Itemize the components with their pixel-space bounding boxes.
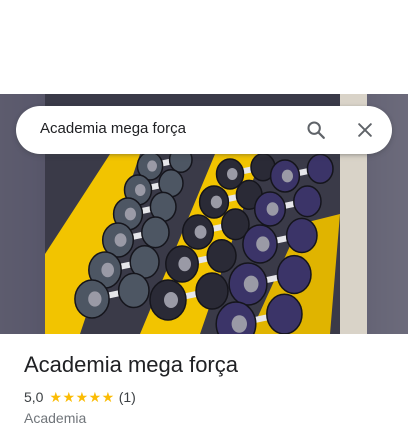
place-category: Academia: [24, 410, 87, 426]
dumbbell-left-5-hub: [88, 291, 102, 307]
dumbbell-mid-2-hub: [194, 225, 207, 239]
search-input[interactable]: [40, 120, 290, 137]
dumbbell-right-4-plate-far: [266, 293, 303, 334]
star-rating-icons: ★★★★★: [49, 388, 115, 405]
search-bar[interactable]: [16, 106, 392, 154]
review-count[interactable]: (1): [119, 389, 136, 405]
dumbbell-left-3-hub: [114, 233, 127, 247]
dumbbell-left-1-hub: [135, 184, 146, 196]
dumbbell-right-0-hub: [281, 169, 293, 183]
rating-row[interactable]: 5,0 ★★★★★ (1): [24, 388, 384, 406]
dumbbell-mid-1-hub: [210, 195, 222, 209]
dumbbell-left-0-hub: [147, 160, 158, 172]
dumbbell-right-2-plate-far: [285, 217, 318, 254]
dumbbell-left-3-plate-far: [141, 216, 170, 249]
top-blank-area: [0, 0, 408, 94]
dumbbell-mid-4-plate-far: [195, 272, 229, 310]
dumbbell-left-5-plate-far: [117, 272, 150, 309]
dumbbell-right-0-plate-far: [306, 153, 334, 184]
dumbbell-right-2-hub: [256, 236, 270, 252]
search-icon[interactable]: [302, 116, 330, 144]
dumbbell-right-3-plate-far: [276, 254, 312, 295]
rating-value: 5,0: [24, 389, 44, 405]
place-title[interactable]: Academia mega força: [24, 352, 384, 378]
dumbbell-right-3-hub: [243, 275, 259, 293]
dumbbell-right-4-hub: [231, 315, 247, 333]
close-icon[interactable]: [351, 116, 379, 144]
dumbbell-mid-0-hub: [227, 168, 238, 180]
dumbbell-right-1-plate-far: [293, 185, 322, 218]
dumbbell-right-1-hub: [266, 202, 279, 216]
dumbbell-mid-4-hub: [164, 292, 178, 308]
dumbbell-left-4-hub: [101, 262, 114, 278]
dumbbell-left-2-hub: [124, 207, 136, 221]
dumbbell-mid-3-plate-far: [206, 238, 237, 273]
dumbbell-mid-3-hub: [178, 256, 191, 272]
place-info-card[interactable]: Academia mega força 5,0 ★★★★★ (1) Academ…: [24, 352, 384, 426]
